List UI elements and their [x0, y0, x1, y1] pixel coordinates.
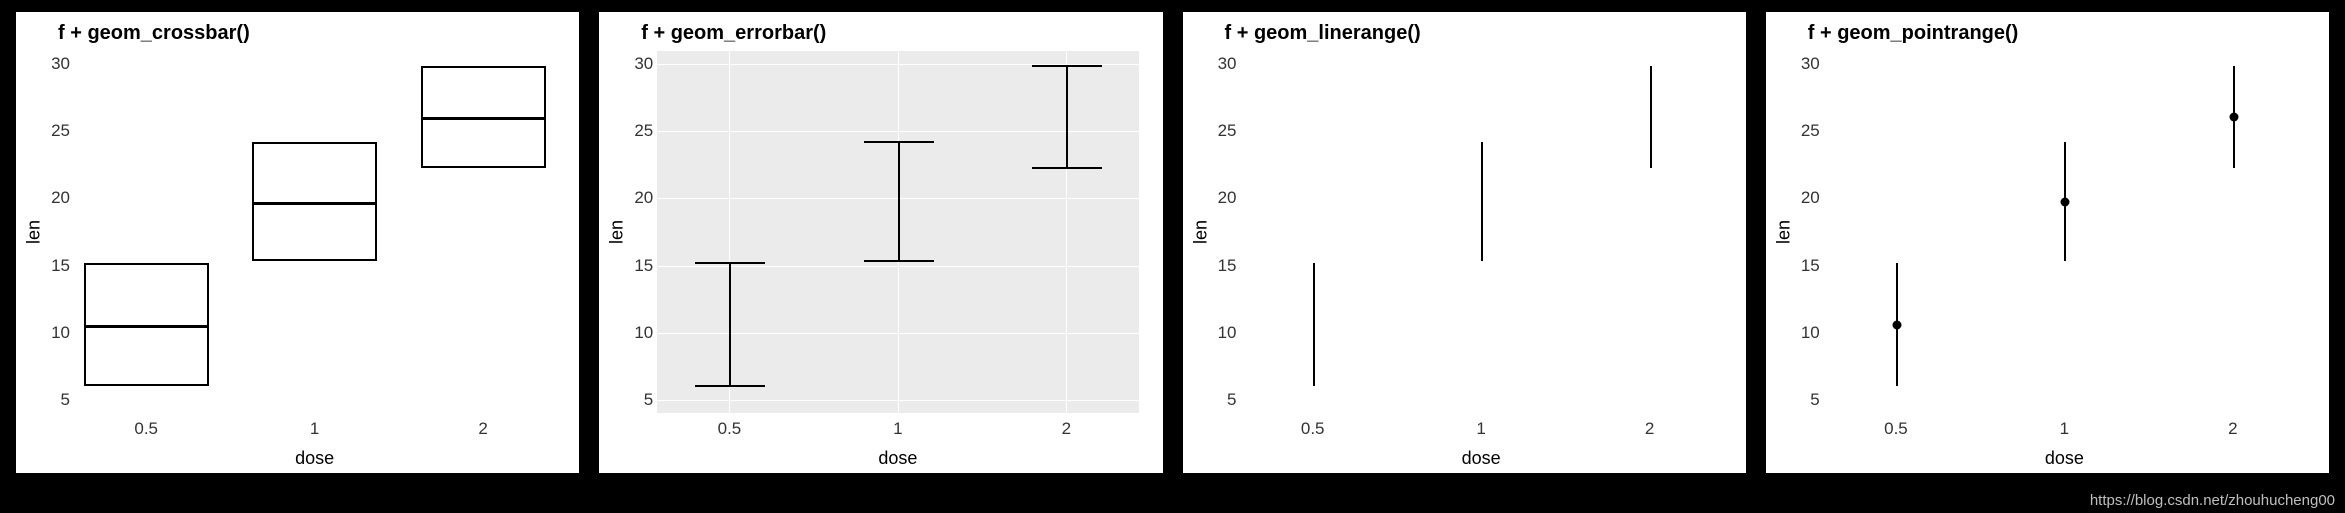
y-tick: 20	[30, 188, 70, 208]
linerange-geom	[1481, 142, 1483, 261]
plot-area	[657, 51, 1138, 413]
pointrange-geom	[1896, 263, 1898, 386]
y-tick: 25	[1780, 121, 1820, 141]
chart-panel-errorbar: f + geom_errorbar()len510152025300.512do…	[599, 12, 1162, 473]
y-tick: 5	[1780, 390, 1820, 410]
x-tick: 0.5	[718, 419, 742, 439]
x-tick: 0.5	[1884, 419, 1908, 439]
panel-title: f + geom_crossbar()	[16, 12, 579, 51]
y-axis: len51015202530	[1766, 51, 1824, 413]
x-tick: 1	[310, 419, 319, 439]
y-tick: 5	[1197, 390, 1237, 410]
y-tick: 20	[613, 188, 653, 208]
panel-title: f + geom_errorbar()	[599, 12, 1162, 51]
y-tick: 15	[1197, 256, 1237, 276]
x-tick: 2	[478, 419, 487, 439]
plot-wrap: len51015202530	[16, 51, 579, 473]
x-tick: 2	[1645, 419, 1654, 439]
y-tick: 15	[1780, 256, 1820, 276]
pointrange-geom	[2064, 142, 2066, 261]
y-tick: 5	[613, 390, 653, 410]
x-axis-label: dose	[295, 448, 334, 469]
y-tick: 10	[613, 323, 653, 343]
errorbar-geom	[898, 142, 900, 261]
y-tick: 20	[1780, 188, 1820, 208]
y-tick: 10	[1780, 323, 1820, 343]
y-tick: 15	[613, 256, 653, 276]
attribution-text: https://blog.csdn.net/zhouhucheng00	[2090, 492, 2335, 509]
y-tick: 30	[1780, 54, 1820, 74]
chart-panel-row: f + geom_crossbar()len510152025300.512do…	[0, 0, 2345, 513]
pointrange-geom	[2233, 66, 2235, 168]
plot-area	[1824, 51, 2305, 413]
x-axis: 0.5 1 2 dose	[1824, 413, 2305, 473]
y-tick: 10	[30, 323, 70, 343]
plot-wrap: len51015202530	[1766, 51, 2329, 473]
y-tick: 25	[30, 121, 70, 141]
y-tick: 5	[30, 390, 70, 410]
x-tick: 1	[2060, 419, 2069, 439]
y-tick: 30	[30, 54, 70, 74]
y-tick: 10	[1197, 323, 1237, 343]
crossbar-geom	[84, 263, 209, 386]
crossbar-geom	[421, 66, 546, 168]
chart-panel-linerange: f + geom_linerange()len510152025300.512d…	[1183, 12, 1746, 473]
plot-area	[74, 51, 555, 413]
y-axis: len51015202530	[1183, 51, 1241, 413]
x-axis: 0.5 1 2 dose	[74, 413, 555, 473]
y-tick: 30	[613, 54, 653, 74]
y-axis: len51015202530	[16, 51, 74, 413]
x-axis-label: dose	[1462, 448, 1501, 469]
x-tick: 1	[893, 419, 902, 439]
x-axis-label: dose	[2045, 448, 2084, 469]
x-axis-label: dose	[878, 448, 917, 469]
x-tick: 2	[1062, 419, 1071, 439]
x-tick: 0.5	[134, 419, 158, 439]
crossbar-geom	[252, 142, 377, 261]
x-axis: 0.5 1 2 dose	[1241, 413, 1722, 473]
y-tick: 30	[1197, 54, 1237, 74]
plot-wrap: len51015202530	[1183, 51, 1746, 473]
chart-panel-crossbar: f + geom_crossbar()len510152025300.512do…	[16, 12, 579, 473]
y-axis: len51015202530	[599, 51, 657, 413]
y-tick: 15	[30, 256, 70, 276]
linerange-geom	[1313, 263, 1315, 386]
y-tick: 25	[613, 121, 653, 141]
x-tick: 1	[1476, 419, 1485, 439]
panel-title: f + geom_pointrange()	[1766, 12, 2329, 51]
linerange-geom	[1650, 66, 1652, 168]
plot-wrap: len51015202530	[599, 51, 1162, 473]
chart-panel-pointrange: f + geom_pointrange()len510152025300.512…	[1766, 12, 2329, 473]
y-tick: 25	[1197, 121, 1237, 141]
panel-title: f + geom_linerange()	[1183, 12, 1746, 51]
x-tick: 2	[2228, 419, 2237, 439]
x-tick: 0.5	[1301, 419, 1325, 439]
y-tick: 20	[1197, 188, 1237, 208]
plot-area	[1241, 51, 1722, 413]
errorbar-geom	[729, 263, 731, 386]
errorbar-geom	[1066, 66, 1068, 168]
x-axis: 0.5 1 2 dose	[657, 413, 1138, 473]
